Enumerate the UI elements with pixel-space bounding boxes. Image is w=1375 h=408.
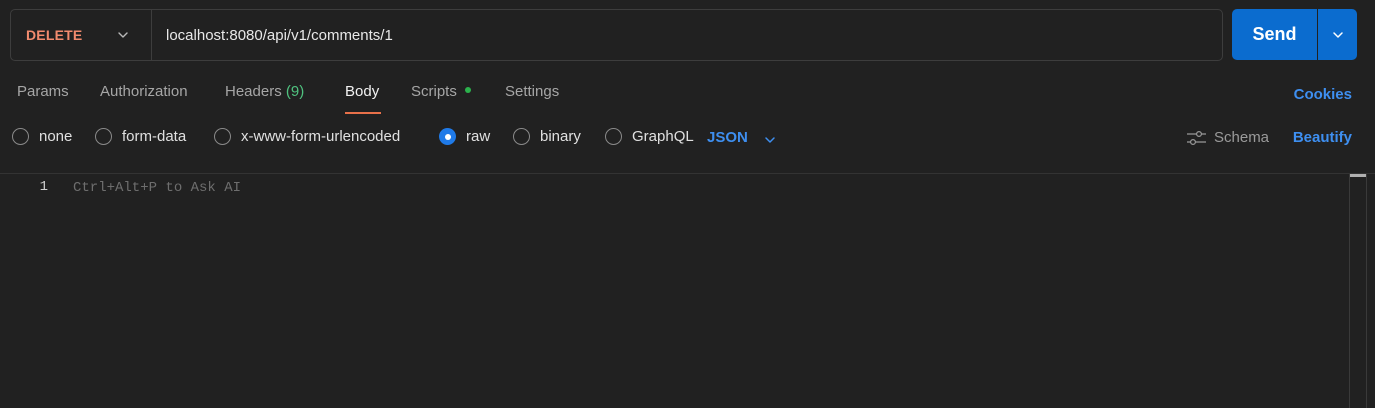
tab-headers-label: Headers	[225, 83, 282, 100]
scrollbar-thumb[interactable]	[1350, 174, 1366, 177]
radio-x-www-form-urlencoded[interactable]	[214, 128, 231, 145]
tab-authorization-label: Authorization	[100, 83, 188, 100]
body-type-none[interactable]: none	[12, 128, 72, 145]
body-type-graphql-label: GraphQL	[632, 128, 694, 145]
editor-scrollbar[interactable]	[1349, 174, 1367, 408]
tab-settings[interactable]: Settings	[505, 83, 559, 100]
radio-raw[interactable]	[439, 128, 456, 145]
body-type-selector: none form-data x-www-form-urlencoded raw…	[0, 123, 1375, 153]
line-number: 1	[39, 179, 48, 195]
tab-scripts[interactable]: Scripts	[411, 83, 471, 100]
radio-form-data[interactable]	[95, 128, 112, 145]
body-type-graphql[interactable]: GraphQL	[605, 128, 694, 145]
radio-binary[interactable]	[513, 128, 530, 145]
editor-placeholder: Ctrl+Alt+P to Ask AI	[73, 180, 242, 196]
schema-button[interactable]: Schema	[1186, 129, 1269, 146]
method-select[interactable]: DELETE	[11, 10, 151, 60]
tab-params-label: Params	[17, 83, 69, 100]
tab-settings-label: Settings	[505, 83, 560, 100]
body-type-form-data-label: form-data	[122, 128, 187, 145]
format-select[interactable]: JSON	[707, 129, 748, 146]
body-type-binary[interactable]: binary	[513, 128, 581, 145]
beautify-button[interactable]: Beautify	[1293, 129, 1352, 146]
request-bar: DELETE Send	[10, 9, 1357, 61]
active-tab-indicator	[345, 112, 381, 114]
body-type-urlencoded-label: x-www-form-urlencoded	[241, 128, 401, 145]
method-label: DELETE	[26, 27, 83, 43]
body-type-form-data[interactable]: form-data	[95, 128, 186, 145]
chevron-down-icon[interactable]	[764, 134, 776, 146]
body-type-raw[interactable]: raw	[439, 128, 490, 145]
body-type-binary-label: binary	[540, 128, 581, 145]
cookies-link[interactable]: Cookies	[1294, 86, 1352, 103]
url-box: DELETE	[10, 9, 1223, 61]
send-dropdown-button[interactable]	[1318, 9, 1357, 60]
scripts-status-dot	[464, 87, 471, 94]
sliders-icon	[1187, 130, 1206, 145]
radio-none[interactable]	[12, 128, 29, 145]
radio-graphql[interactable]	[605, 128, 622, 145]
body-type-x-www-form-urlencoded[interactable]: x-www-form-urlencoded	[214, 128, 400, 145]
tab-headers[interactable]: Headers (9)	[225, 83, 304, 100]
send-label: Send	[1252, 24, 1297, 44]
method-divider	[151, 10, 152, 60]
tab-authorization[interactable]: Authorization	[100, 83, 188, 100]
line-gutter: 1	[0, 174, 60, 407]
chevron-down-icon[interactable]	[117, 29, 129, 41]
send-button[interactable]: Send	[1232, 9, 1317, 60]
body-type-raw-label: raw	[466, 128, 491, 145]
tab-scripts-label: Scripts	[411, 83, 457, 100]
headers-count: (9)	[285, 83, 305, 100]
tab-body[interactable]: Body	[345, 83, 379, 100]
tab-params[interactable]: Params	[17, 83, 69, 100]
request-tabs: Params Authorization Headers (9) Body Sc…	[0, 76, 1375, 116]
url-input[interactable]	[166, 10, 1206, 60]
chevron-down-icon	[1332, 31, 1343, 38]
tab-body-label: Body	[345, 83, 380, 100]
schema-label: Schema	[1214, 129, 1270, 146]
body-editor[interactable]: 1 Ctrl+Alt+P to Ask AI	[0, 173, 1375, 408]
body-type-none-label: none	[39, 128, 73, 145]
